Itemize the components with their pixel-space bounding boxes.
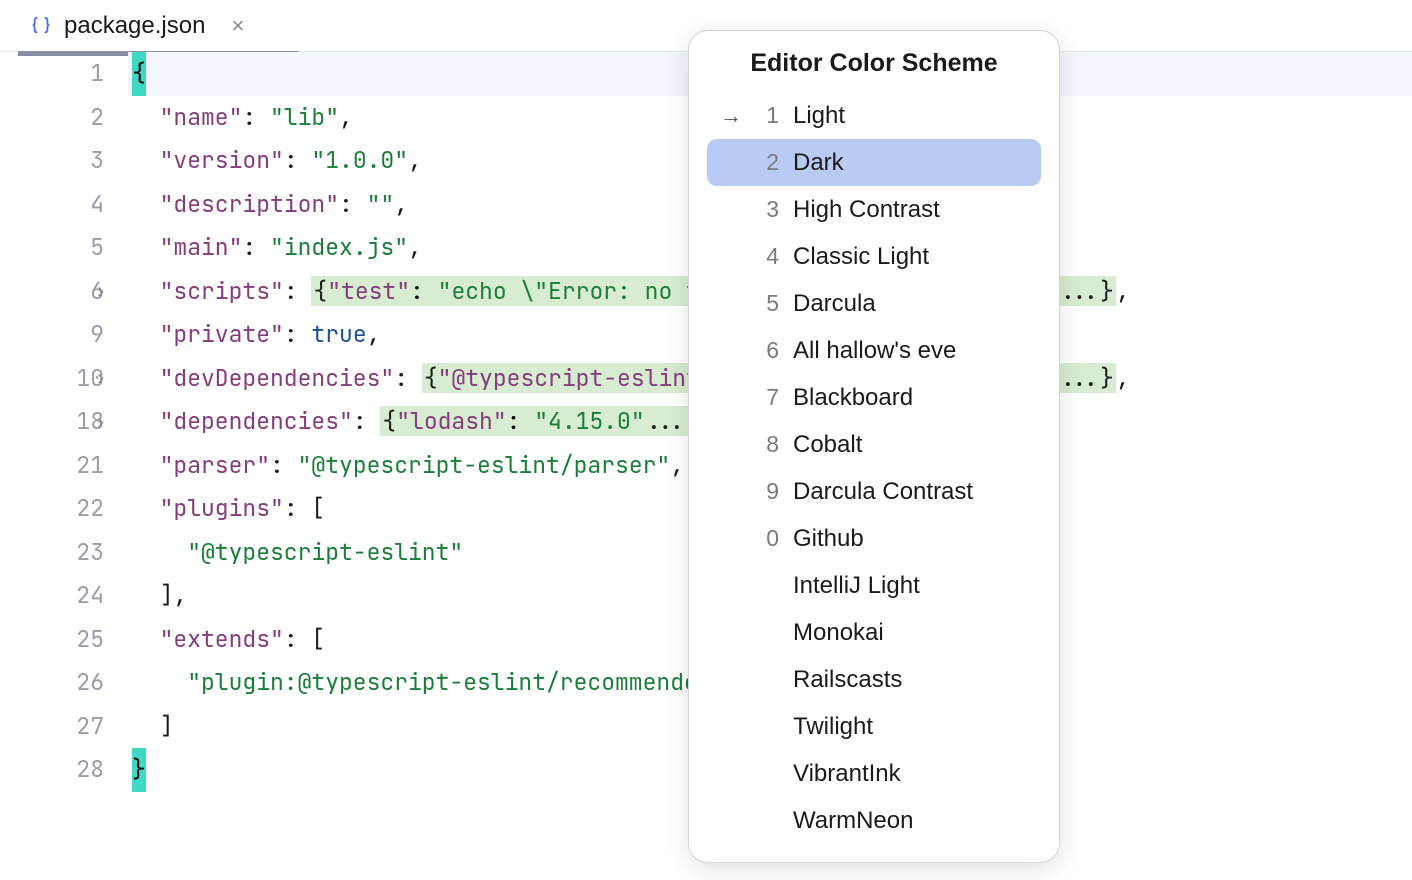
close-icon[interactable]: × bbox=[231, 15, 244, 37]
line-number: 24 bbox=[0, 574, 104, 618]
popup-list: → 1 Light 2 Dark 3 High Contrast 4 Classic Light… bbox=[689, 92, 1059, 844]
color-scheme-option[interactable]: 4 Classic Light bbox=[707, 233, 1041, 280]
option-label: All hallow's eve bbox=[793, 337, 956, 365]
option-shortcut-number: 2 bbox=[759, 149, 779, 176]
chevron-right-icon[interactable]: › bbox=[95, 400, 106, 444]
option-label: Dark bbox=[793, 149, 844, 177]
line-number: 1 bbox=[0, 52, 104, 96]
popup-title: Editor Color Scheme bbox=[689, 31, 1059, 92]
option-label: VibrantInk bbox=[793, 760, 901, 788]
line-number: 10› bbox=[0, 357, 104, 401]
file-tab[interactable]: package.json × bbox=[18, 0, 256, 51]
option-shortcut-number: 9 bbox=[759, 478, 779, 505]
line-number: 3 bbox=[0, 139, 104, 183]
braces-icon bbox=[30, 15, 52, 37]
line-number: 27 bbox=[0, 705, 104, 749]
color-scheme-popup: Editor Color Scheme → 1 Light 2 Dark 3 High Co… bbox=[688, 30, 1060, 863]
option-label: Classic Light bbox=[793, 243, 929, 271]
color-scheme-option[interactable]: 3 High Contrast bbox=[707, 186, 1041, 233]
color-scheme-option[interactable]: IntelliJ Light bbox=[707, 562, 1041, 609]
line-number: 9 bbox=[0, 313, 104, 357]
tab-filename: package.json bbox=[64, 12, 205, 40]
line-number: 18› bbox=[0, 400, 104, 444]
color-scheme-option[interactable]: 9 Darcula Contrast bbox=[707, 468, 1041, 515]
option-shortcut-number: 4 bbox=[759, 243, 779, 270]
folded-region[interactable]: {"lodash": "4.15.0"...} bbox=[380, 406, 701, 436]
color-scheme-option[interactable]: 7 Blackboard bbox=[707, 374, 1041, 421]
line-number: 6› bbox=[0, 270, 104, 314]
option-label: Railscasts bbox=[793, 666, 902, 694]
option-shortcut-number: 7 bbox=[759, 384, 779, 411]
color-scheme-option[interactable]: 2 Dark bbox=[707, 139, 1041, 186]
option-shortcut-number: 0 bbox=[759, 525, 779, 552]
line-number-gutter: 123456›910›18›2122232425262728 bbox=[0, 52, 128, 792]
option-label: Light bbox=[793, 102, 845, 130]
line-number: 5 bbox=[0, 226, 104, 270]
option-label: Darcula bbox=[793, 290, 876, 318]
option-shortcut-number: 3 bbox=[759, 196, 779, 223]
color-scheme-option[interactable]: → 1 Light bbox=[707, 92, 1041, 139]
line-number: 2 bbox=[0, 96, 104, 140]
option-label: IntelliJ Light bbox=[793, 572, 920, 600]
line-number: 28 bbox=[0, 748, 104, 792]
color-scheme-option[interactable]: 8 Cobalt bbox=[707, 421, 1041, 468]
arrow-right-icon: → bbox=[717, 103, 745, 129]
option-shortcut-number: 6 bbox=[759, 337, 779, 364]
color-scheme-option[interactable]: Twilight bbox=[707, 703, 1041, 750]
chevron-right-icon[interactable]: › bbox=[95, 270, 106, 314]
line-number: 22 bbox=[0, 487, 104, 531]
line-number: 26 bbox=[0, 661, 104, 705]
option-shortcut-number: 5 bbox=[759, 290, 779, 317]
option-label: Darcula Contrast bbox=[793, 478, 973, 506]
option-label: Monokai bbox=[793, 619, 884, 647]
color-scheme-option[interactable]: 6 All hallow's eve bbox=[707, 327, 1041, 374]
line-number: 21 bbox=[0, 444, 104, 488]
option-label: WarmNeon bbox=[793, 807, 913, 835]
line-number: 23 bbox=[0, 531, 104, 575]
line-number: 25 bbox=[0, 618, 104, 662]
option-label: Github bbox=[793, 525, 864, 553]
color-scheme-option[interactable]: 5 Darcula bbox=[707, 280, 1041, 327]
color-scheme-option[interactable]: VibrantInk bbox=[707, 750, 1041, 797]
chevron-right-icon[interactable]: › bbox=[95, 357, 106, 401]
option-shortcut-number: 1 bbox=[759, 102, 779, 129]
color-scheme-option[interactable]: Monokai bbox=[707, 609, 1041, 656]
option-label: Twilight bbox=[793, 713, 873, 741]
line-number: 4 bbox=[0, 183, 104, 227]
color-scheme-option[interactable]: 0 Github bbox=[707, 515, 1041, 562]
option-shortcut-number: 8 bbox=[759, 431, 779, 458]
option-label: Cobalt bbox=[793, 431, 862, 459]
color-scheme-option[interactable]: WarmNeon bbox=[707, 797, 1041, 844]
option-label: High Contrast bbox=[793, 196, 940, 224]
color-scheme-option[interactable]: Railscasts bbox=[707, 656, 1041, 703]
option-label: Blackboard bbox=[793, 384, 913, 412]
